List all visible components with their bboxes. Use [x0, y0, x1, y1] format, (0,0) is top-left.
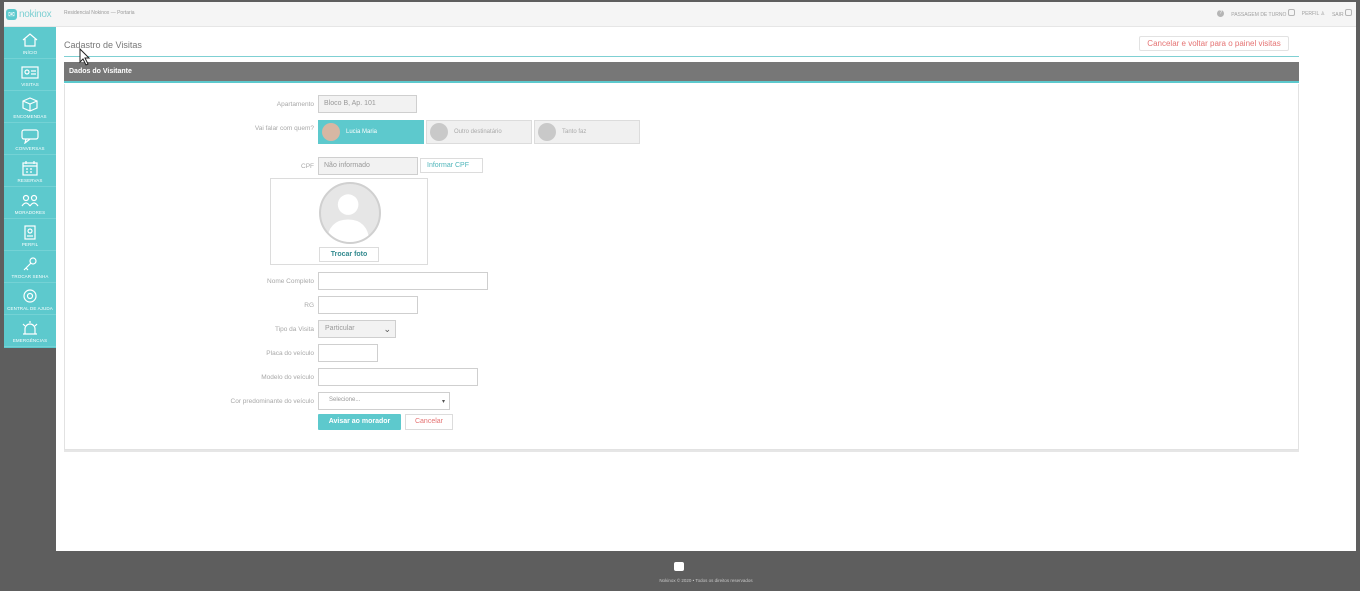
sidebar: INÍCIO VISITAS ENCOMENDAS CONVERSAS RESE…	[4, 27, 56, 348]
profile-link[interactable]: PERFIL ♙	[1302, 11, 1325, 17]
package-icon	[22, 97, 38, 112]
caret-down-icon: ▾	[441, 399, 445, 405]
id-card-icon	[21, 66, 39, 79]
home-icon	[22, 33, 38, 47]
plate-label: Placa do veículo	[266, 350, 314, 357]
color-select-placeholder: Selecione...	[329, 397, 361, 403]
breadcrumb: Residencial Nokinox — Portaria	[64, 10, 135, 16]
inform-cpf-button[interactable]: Informar CPF	[420, 158, 483, 173]
recipient-option-label: Outro destinatário	[454, 129, 502, 135]
recipient-option-lucia[interactable]: Lucia Maria	[318, 120, 424, 144]
sidebar-item-central-de-ajuda[interactable]: CENTRAL DE AJUDA	[4, 283, 56, 315]
color-label: Cor predominante do veículo	[230, 398, 314, 405]
help-icon[interactable]: ?	[1217, 10, 1225, 17]
footer: Nokinox © 2020 • Todos os direitos reser…	[56, 551, 1356, 589]
form-bottom-divider	[64, 450, 1299, 452]
visit-type-value: Particular	[325, 325, 355, 332]
recipient-option-label: Tanto faz	[562, 129, 587, 135]
rg-label: RG	[304, 302, 314, 309]
visit-type-select[interactable]: Particular ⌄	[318, 320, 396, 338]
sidebar-item-conversas[interactable]: CONVERSAS	[4, 123, 56, 155]
notify-resident-button[interactable]: Avisar ao morador	[318, 414, 401, 430]
change-photo-button[interactable]: Trocar foto	[319, 247, 379, 262]
sidebar-item-emergencias[interactable]: EMERGÊNCIAS	[4, 315, 56, 347]
model-input[interactable]	[318, 368, 478, 386]
sidebar-item-label: EMERGÊNCIAS	[12, 338, 48, 343]
lifebuoy-icon	[23, 289, 37, 303]
sidebar-item-label: PERFIL	[21, 242, 39, 247]
user-icon: ♙	[1320, 10, 1325, 17]
page-title: Cadastro de Visitas	[64, 40, 142, 50]
handover-label: PASSAGEM DE TURNO	[1231, 12, 1287, 18]
visit-type-label: Tipo da Visita	[274, 326, 314, 333]
sidebar-item-trocar-senha[interactable]: TROCAR SENHA	[4, 251, 56, 283]
mouse-cursor-icon	[79, 48, 91, 66]
name-input[interactable]	[318, 272, 488, 290]
sidebar-item-label: CENTRAL DE AJUDA	[7, 306, 53, 311]
logo-mark-icon: ✉	[6, 9, 17, 20]
title-divider	[64, 56, 1299, 57]
footer-text: Nokinox © 2020 • Todos os direitos reser…	[659, 578, 753, 583]
visitor-form	[64, 84, 1299, 450]
avatar	[430, 123, 448, 141]
recipient-option-any[interactable]: Tanto faz	[534, 120, 640, 144]
sidebar-item-label: MORADORES	[14, 210, 46, 215]
handover-link[interactable]: PASSAGEM DE TURNO	[1231, 9, 1295, 18]
key-icon	[23, 257, 37, 271]
sidebar-item-moradores[interactable]: MORADORES	[4, 187, 56, 219]
model-label: Modelo do veículo	[261, 374, 314, 381]
cancel-button[interactable]: Cancelar	[405, 414, 453, 430]
users-icon	[21, 194, 39, 207]
sidebar-item-label: CONVERSAS	[15, 146, 45, 151]
chat-icon	[21, 129, 39, 144]
sidebar-item-encomendas[interactable]: ENCOMENDAS	[4, 91, 56, 123]
top-bar: ✉ nokinox Residencial Nokinox — Portaria…	[4, 2, 1356, 27]
photo-card: Trocar foto	[270, 178, 428, 265]
color-select[interactable]: Selecione... ▾	[318, 392, 450, 410]
sidebar-item-visitas[interactable]: VISITAS	[4, 59, 56, 91]
plate-input[interactable]	[318, 344, 378, 362]
visitor-photo-placeholder	[319, 182, 381, 244]
app-logo[interactable]: ✉ nokinox	[6, 2, 56, 27]
logo-text: nokinox	[19, 9, 52, 20]
sidebar-item-label: VISITAS	[21, 82, 39, 87]
cancel-back-button[interactable]: Cancelar e voltar para o painel visitas	[1139, 36, 1289, 51]
sidebar-item-label: RESERVAS	[17, 178, 43, 183]
sidebar-item-perfil[interactable]: PERFIL	[4, 219, 56, 251]
sidebar-item-reservas[interactable]: RESERVAS	[4, 155, 56, 187]
handover-icon	[1287, 9, 1295, 16]
logout-link[interactable]: SAIR	[1332, 9, 1352, 18]
cpf-label: CPF	[301, 163, 314, 170]
recipient-option-label: Lucia Maria	[346, 129, 378, 135]
cpf-field[interactable]: Não informado	[318, 157, 418, 175]
alarm-icon	[22, 321, 38, 335]
logout-label: SAIR	[1331, 12, 1344, 18]
profile-label: PERFIL	[1301, 10, 1320, 17]
sidebar-item-label: TROCAR SENHA	[11, 274, 49, 279]
rg-input[interactable]	[318, 296, 418, 314]
badge-icon	[24, 225, 36, 240]
who-label: Vai falar com quem?	[254, 125, 314, 132]
sidebar-item-inicio[interactable]: INÍCIO	[4, 27, 56, 59]
calendar-icon	[22, 161, 38, 176]
person-silhouette-icon	[326, 194, 370, 242]
apartment-field[interactable]: Bloco B, Ap. 101	[318, 95, 417, 113]
apartment-label: Apartamento	[276, 101, 314, 108]
name-label: Nome Completo	[267, 278, 314, 285]
footer-logo-icon	[674, 562, 684, 571]
sidebar-item-label: ENCOMENDAS	[13, 114, 47, 119]
avatar	[322, 123, 340, 141]
section-header: Dados do Visitante	[64, 62, 1299, 83]
recipient-option-other[interactable]: Outro destinatário	[426, 120, 532, 144]
avatar	[538, 123, 556, 141]
top-right-menu: ? PASSAGEM DE TURNO PERFIL ♙ SAIR	[1217, 9, 1352, 18]
main-content: Cadastro de Visitas Cancelar e voltar pa…	[56, 27, 1356, 551]
logout-icon	[1345, 9, 1352, 16]
sidebar-item-label: INÍCIO	[22, 50, 38, 55]
chevron-down-icon: ⌄	[383, 324, 391, 334]
